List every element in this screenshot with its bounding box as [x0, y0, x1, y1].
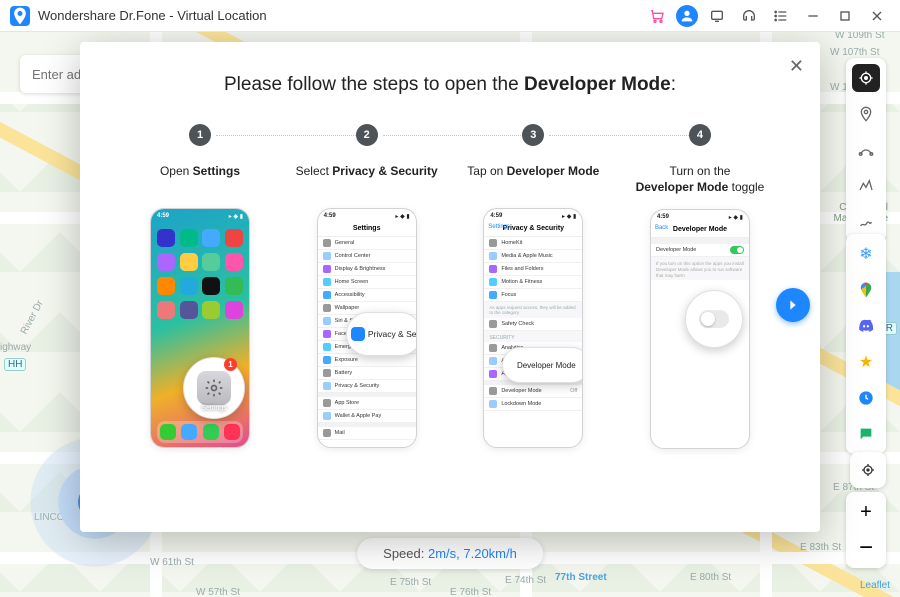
- mode-jump-icon[interactable]: [852, 208, 880, 236]
- gmaps-icon[interactable]: [852, 276, 880, 304]
- step-1: 1 Open Settings 4:59▸ ◆ ▮ Settings 1: [120, 124, 280, 448]
- zoom-out-button[interactable]: −: [852, 534, 880, 562]
- magnify-devmode: Developer Mode: [502, 347, 583, 383]
- step-3-phone: 4:59▸ ◆ ▮ Settings Privacy & Security Ho…: [483, 208, 583, 448]
- speed-label: Speed:: [383, 546, 424, 561]
- chat-icon[interactable]: [852, 420, 880, 448]
- support-icon[interactable]: [736, 3, 762, 29]
- magnify-toggle: [685, 290, 743, 348]
- street-label: W 61th St: [150, 557, 194, 568]
- route-badge: HH: [4, 358, 26, 371]
- app-logo: [10, 6, 30, 26]
- screen-icon[interactable]: [704, 3, 730, 29]
- mode-onestop-icon[interactable]: [852, 136, 880, 164]
- toolbar-apps: ❄ ★: [846, 234, 886, 454]
- leaflet-link[interactable]: Leaflet: [860, 580, 890, 591]
- street-label: River Dr: [19, 299, 46, 337]
- step-3: 3 Tap on Developer Mode 4:59▸ ◆ ▮ Settin…: [453, 124, 613, 448]
- magnify-privacy: Privacy & Se: [346, 312, 417, 356]
- street-label: E 83th St: [800, 542, 841, 553]
- step-2: 2 Select Privacy & Security 4:59▸ ◆ ▮ Se…: [287, 124, 447, 448]
- toolbar-modes: [846, 58, 886, 242]
- mode-teleport-icon[interactable]: [852, 100, 880, 128]
- maximize-button[interactable]: [832, 3, 858, 29]
- street-label: E 75th St: [390, 577, 431, 588]
- step-number: 3: [522, 124, 544, 146]
- step-number: 2: [356, 124, 378, 146]
- toolbar-zoom: + −: [846, 492, 886, 568]
- street-label: W 57th St: [196, 587, 240, 597]
- star-icon[interactable]: ★: [852, 348, 880, 376]
- street-label: E 74th St: [505, 575, 546, 586]
- step-label: Tap on Developer Mode: [467, 164, 599, 194]
- speed-pill[interactable]: Speed: 2m/s, 7.20km/h: [357, 538, 543, 569]
- minimize-button[interactable]: [800, 3, 826, 29]
- toolbar-locate: [850, 452, 886, 488]
- speed-value: 2m/s, 7.20km/h: [428, 546, 517, 561]
- menu-icon[interactable]: [768, 3, 794, 29]
- street-label: W 107th St: [830, 47, 879, 58]
- step-4: 4 Turn on the Developer Mode toggle 4:59…: [620, 124, 780, 449]
- next-button[interactable]: [776, 288, 810, 322]
- step-1-phone: 4:59▸ ◆ ▮ Settings 1: [150, 208, 250, 448]
- snow-icon[interactable]: ❄: [852, 240, 880, 268]
- account-icon[interactable]: [676, 5, 698, 27]
- step-label: Turn on the Developer Mode toggle: [636, 164, 765, 195]
- locate-icon[interactable]: [854, 456, 882, 484]
- discord-icon[interactable]: [852, 312, 880, 340]
- clock-icon[interactable]: [852, 384, 880, 412]
- mode-multistop-icon[interactable]: [852, 172, 880, 200]
- steps-row: 1 Open Settings 4:59▸ ◆ ▮ Settings 1: [110, 124, 790, 449]
- step-2-phone: 4:59▸ ◆ ▮ Settings GeneralControl Center…: [317, 208, 417, 448]
- developer-mode-dialog: ✕ Please follow the steps to open the De…: [80, 42, 820, 532]
- dialog-close-button[interactable]: ✕: [789, 56, 804, 77]
- step-number: 1: [189, 124, 211, 146]
- mode-center-icon[interactable]: [852, 64, 880, 92]
- dialog-title: Please follow the steps to open the Deve…: [110, 74, 790, 96]
- street-label: ighway: [0, 342, 31, 353]
- zoom-in-button[interactable]: +: [852, 498, 880, 526]
- station-label: 77th Street: [555, 572, 607, 583]
- step-label: Open Settings: [160, 164, 240, 194]
- close-button[interactable]: [864, 3, 890, 29]
- step-label: Select Privacy & Security: [296, 164, 438, 194]
- settings-badge: 1: [224, 358, 237, 371]
- street-label: W 109th St: [835, 32, 884, 41]
- app-title: Wondershare Dr.Fone - Virtual Location: [38, 8, 267, 23]
- street-label: E 76th St: [450, 587, 491, 597]
- titlebar: Wondershare Dr.Fone - Virtual Location: [0, 0, 900, 32]
- cart-icon[interactable]: [644, 3, 670, 29]
- step-4-phone: 4:59▸ ◆ ▮ Back Developer Mode Developer …: [650, 209, 750, 449]
- street-label: E 80th St: [690, 572, 731, 583]
- step-number: 4: [689, 124, 711, 146]
